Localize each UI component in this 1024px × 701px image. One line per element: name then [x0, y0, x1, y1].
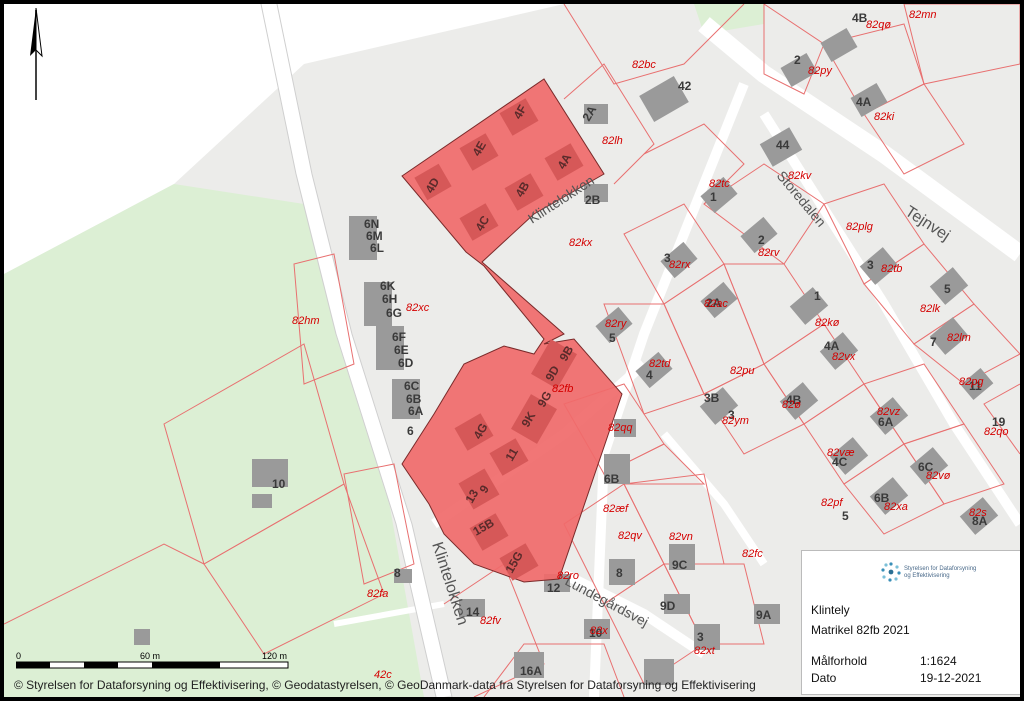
svg-text:9A: 9A — [756, 608, 772, 622]
svg-text:8: 8 — [616, 566, 623, 580]
svg-text:82æf: 82æf — [603, 503, 629, 515]
info-subtitle: Matrikel 82fb 2021 — [811, 623, 910, 637]
svg-text:82vn: 82vn — [669, 531, 693, 543]
svg-text:82x: 82x — [590, 625, 608, 637]
svg-text:5: 5 — [609, 331, 616, 345]
svg-text:82fa: 82fa — [367, 588, 388, 600]
svg-text:82ø: 82ø — [782, 399, 801, 411]
svg-text:9C: 9C — [672, 558, 688, 572]
svg-text:82ro: 82ro — [557, 570, 579, 582]
svg-text:1: 1 — [814, 289, 821, 303]
svg-text:2: 2 — [794, 53, 801, 67]
svg-text:82rv: 82rv — [758, 247, 781, 259]
svg-text:82xt: 82xt — [694, 645, 716, 657]
svg-text:82tb: 82tb — [881, 263, 902, 275]
svg-text:8: 8 — [394, 566, 401, 580]
svg-text:6: 6 — [407, 424, 414, 438]
svg-text:82lm: 82lm — [947, 332, 971, 344]
svg-text:2: 2 — [758, 233, 765, 247]
scale-bar: 0 60 m 120 m — [16, 651, 289, 669]
svg-text:82qø: 82qø — [866, 19, 891, 31]
svg-text:6K: 6K — [380, 279, 396, 293]
svg-text:9D: 9D — [660, 599, 676, 613]
svg-text:3: 3 — [867, 258, 874, 272]
svg-text:82xc: 82xc — [406, 302, 430, 314]
info-box: Styrelsen for Dataforsyning og Effektivi… — [801, 550, 1020, 695]
svg-text:82ym: 82ym — [722, 415, 749, 427]
svg-text:82fc: 82fc — [742, 548, 763, 560]
map-frame: Klintelokken Klintelokken Storedalen Tej… — [4, 4, 1020, 697]
svg-text:6B: 6B — [604, 472, 620, 486]
svg-text:82ac: 82ac — [704, 298, 728, 310]
svg-text:3: 3 — [697, 630, 704, 644]
svg-text:82ry: 82ry — [605, 318, 628, 330]
svg-text:4A: 4A — [856, 95, 872, 109]
svg-text:6G: 6G — [386, 306, 402, 320]
svg-text:82xa: 82xa — [884, 501, 908, 513]
svg-text:14: 14 — [466, 605, 480, 619]
svg-text:82vø: 82vø — [926, 470, 951, 482]
svg-text:82kx: 82kx — [569, 237, 593, 249]
date-label: Dato — [811, 671, 837, 685]
svg-text:1: 1 — [710, 190, 717, 204]
svg-text:6A: 6A — [408, 404, 424, 418]
logo-text: Styrelsen for Dataforsyning og Effektivi… — [904, 566, 977, 579]
svg-text:82pu: 82pu — [730, 365, 754, 377]
svg-text:82qq: 82qq — [608, 422, 633, 434]
svg-text:82rx: 82rx — [669, 259, 691, 271]
svg-text:82lk: 82lk — [920, 303, 941, 315]
svg-text:12: 12 — [547, 581, 561, 595]
svg-text:44: 44 — [776, 138, 790, 152]
svg-text:6H: 6H — [382, 292, 397, 306]
svg-text:5: 5 — [842, 509, 849, 523]
agency-logo: Styrelsen for Dataforsyning og Effektivi… — [880, 561, 1000, 595]
scale-label-60: 60 m — [140, 651, 160, 661]
svg-text:82fv: 82fv — [480, 615, 502, 627]
svg-text:6E: 6E — [394, 343, 409, 357]
scale-value: 1:1624 — [920, 654, 957, 668]
svg-text:82kø: 82kø — [815, 317, 840, 329]
svg-text:82vx: 82vx — [832, 351, 856, 363]
svg-text:82ki: 82ki — [874, 111, 895, 123]
svg-text:42: 42 — [678, 79, 692, 93]
logo-dots-icon — [881, 562, 901, 582]
svg-text:82fb: 82fb — [552, 383, 573, 395]
scale-label: Målforhold — [811, 654, 868, 668]
svg-text:4: 4 — [646, 368, 653, 382]
svg-text:82væ: 82væ — [827, 447, 855, 459]
svg-text:10: 10 — [272, 477, 286, 491]
svg-text:16A: 16A — [520, 664, 542, 678]
svg-text:82py: 82py — [808, 65, 833, 77]
svg-text:3B: 3B — [704, 391, 720, 405]
svg-text:6L: 6L — [370, 241, 384, 255]
svg-text:82td: 82td — [649, 358, 671, 370]
scale-label-120: 120 m — [262, 651, 287, 661]
date-value: 19-12-2021 — [920, 671, 982, 685]
svg-text:82pf: 82pf — [821, 497, 843, 509]
svg-text:82plg: 82plg — [846, 221, 874, 233]
svg-text:82mn: 82mn — [909, 9, 937, 21]
svg-text:6F: 6F — [392, 330, 406, 344]
svg-text:82kv: 82kv — [788, 170, 813, 182]
svg-text:5: 5 — [944, 282, 951, 296]
svg-text:6D: 6D — [398, 356, 414, 370]
info-title: Klintely — [811, 603, 850, 617]
svg-text:82qo: 82qo — [984, 426, 1008, 438]
svg-text:82pg: 82pg — [959, 376, 984, 388]
svg-text:7: 7 — [930, 335, 937, 349]
scale-label-0: 0 — [16, 651, 21, 661]
svg-text:2B: 2B — [585, 193, 601, 207]
highlighted-parcel-82fb[interactable] — [401, 78, 623, 583]
svg-text:82vz: 82vz — [877, 406, 901, 418]
svg-text:82bc: 82bc — [632, 59, 656, 71]
attribution-text: © Styrelsen for Dataforsyning og Effekti… — [14, 678, 756, 692]
svg-text:82tc: 82tc — [709, 178, 730, 190]
svg-text:82s: 82s — [969, 507, 987, 519]
svg-text:82qv: 82qv — [618, 530, 643, 542]
svg-text:6C: 6C — [404, 379, 420, 393]
svg-text:82hm: 82hm — [292, 315, 320, 327]
svg-text:82lh: 82lh — [602, 135, 623, 147]
